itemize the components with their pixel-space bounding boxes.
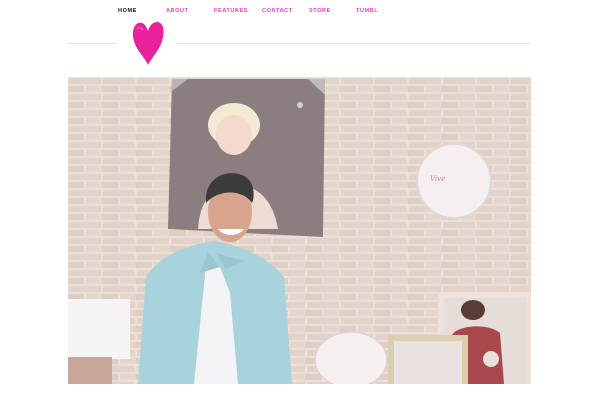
- nav-about-link[interactable]: ABOUT: [166, 8, 189, 14]
- decorative-plate-wall: Vive: [416, 143, 492, 219]
- nav-tumbl-link[interactable]: TUMBL: [356, 8, 378, 14]
- hero-photo: Vive: [68, 77, 531, 384]
- main-nav: HOME ABOUT FEATURES CONTACT STORE TUMBL: [0, 8, 600, 18]
- nav-store-link[interactable]: STORE: [309, 8, 331, 14]
- heart-logo-icon[interactable]: [131, 19, 165, 67]
- nav-contact-link[interactable]: CONTACT: [262, 8, 293, 14]
- svg-text:Vive: Vive: [430, 175, 445, 183]
- nav-features-link[interactable]: FEATURES: [214, 8, 248, 14]
- framed-photo-bottom: [388, 335, 468, 384]
- nav-home-link[interactable]: HOME: [118, 8, 137, 14]
- header-divider-left: [68, 43, 116, 44]
- decorative-plate-bottom: [314, 331, 388, 384]
- header-divider-right: [177, 43, 531, 44]
